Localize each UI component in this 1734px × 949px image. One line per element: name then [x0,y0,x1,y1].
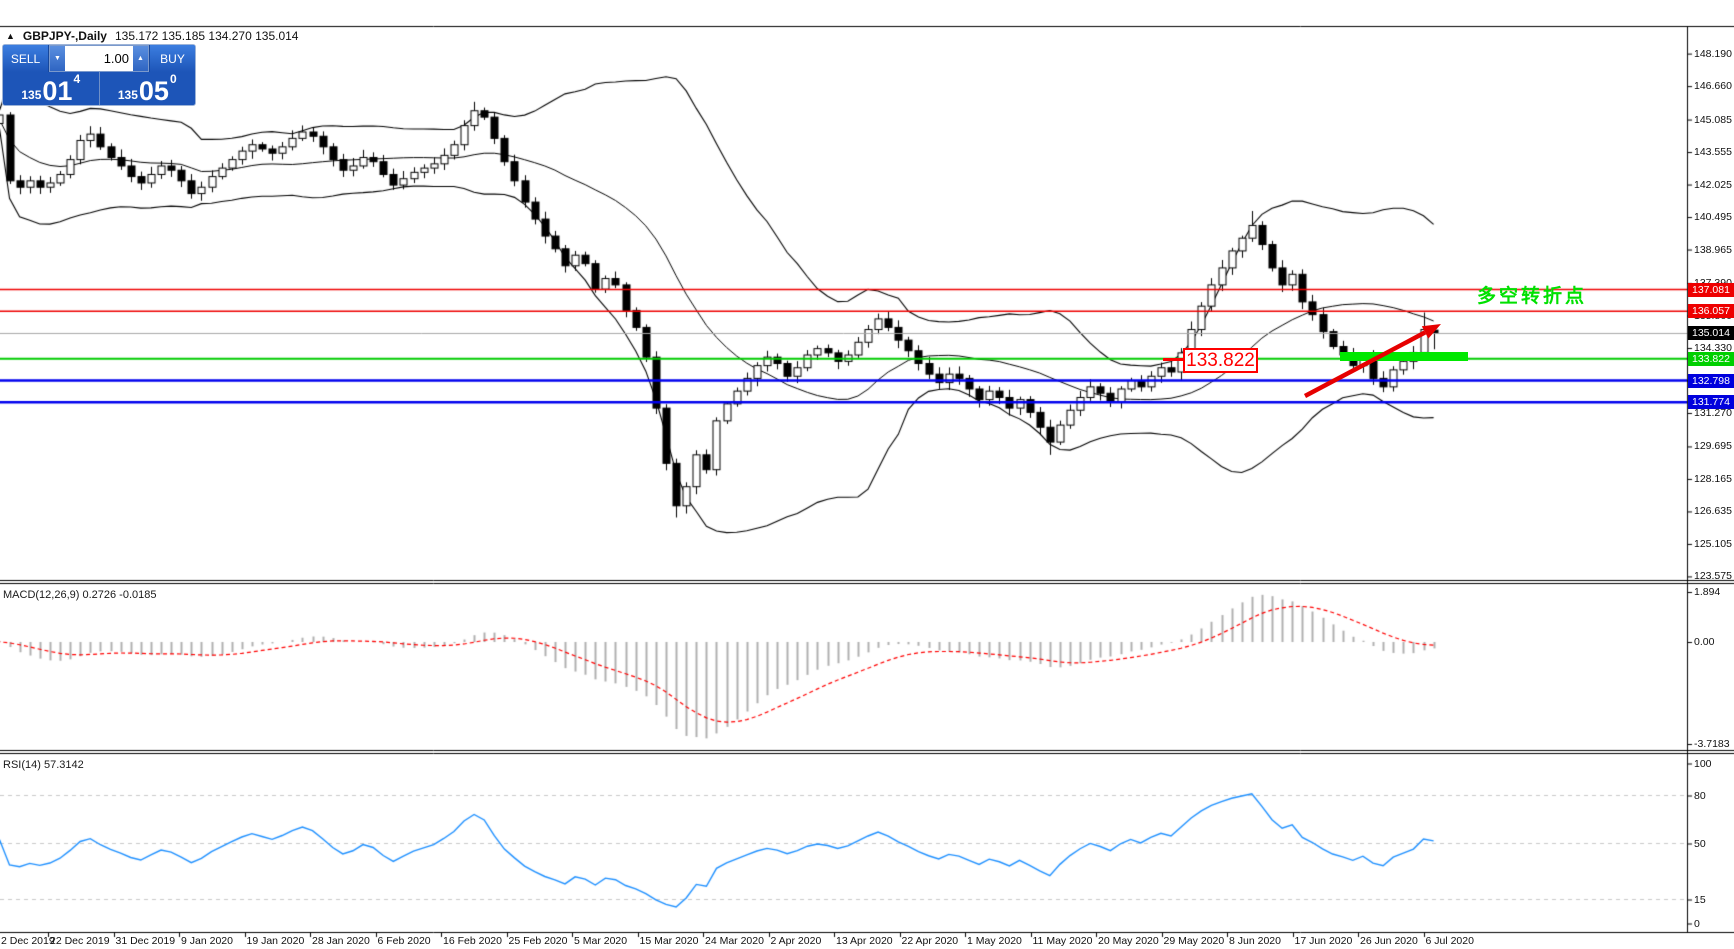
price-axis-tick: 138.965 [1694,244,1732,256]
buy-price-pips: 05 [139,79,169,105]
hline-price-label: 136.057 [1688,304,1734,318]
callout-dash [1163,358,1183,361]
price-axis-tick: 126.635 [1694,505,1732,517]
price-axis-tick: 125.105 [1694,538,1732,550]
date-axis-label: 2 Dec 2019 [1,935,55,947]
date-axis-label: 15 Mar 2020 [640,935,699,947]
macd-label: MACD(12,26,9) 0.2726 -0.0185 [3,589,156,601]
turning-point-annotation[interactable]: 多空转折点 [1477,281,1587,308]
date-axis-label: 29 May 2020 [1164,935,1225,947]
sell-price[interactable]: 135 01 4 [3,72,100,106]
price-axis-tick: 140.495 [1694,211,1732,223]
sell-price-figure: 135 [21,88,41,102]
price-axis-tick: 142.025 [1694,179,1732,191]
rsi-axis-tick: 80 [1694,790,1706,802]
date-axis-label: 17 Jun 2020 [1295,935,1353,947]
mt-terminal-window: ▦◫✚新订单◆☁◉◣自动交易▥▮∿⊕⊖⊞▶▷⊞▾◷▾▧▾↖┼│─╱∦E≣FAT◈… [0,0,1734,949]
buy-price-point: 0 [170,72,177,86]
price-axis-tick: 143.555 [1694,146,1732,158]
date-axis-label: 11 May 2020 [1033,935,1093,947]
macd-axis-tick: -3.7183 [1694,738,1730,750]
buy-price-figure: 135 [118,88,138,102]
chart-canvas[interactable] [0,0,1734,949]
date-axis-label: 24 Mar 2020 [705,935,764,947]
date-axis-label: 6 Jul 2020 [1426,935,1474,947]
macd-axis-tick: 0.00 [1694,636,1714,648]
date-axis-label: 22 Dec 2019 [50,935,110,947]
price-axis-tick: 146.660 [1694,80,1732,92]
rsi-axis-tick: 0 [1694,918,1700,930]
hline-price-label: 133.822 [1688,352,1734,366]
collapse-panel-icon[interactable]: ▲ [6,31,15,41]
date-axis-label: 6 Feb 2020 [378,935,431,947]
buy-button[interactable]: BUY [149,45,195,72]
one-click-trading-panel: SELL ▼ ▲ BUY 135 01 4 135 05 0 [2,44,196,106]
date-axis-label: 16 Feb 2020 [443,935,502,947]
highlight-rectangle[interactable] [1340,352,1468,361]
bid-price-label: 135.014 [1688,326,1734,340]
date-axis-label: 31 Dec 2019 [116,935,176,947]
price-axis-tick: 128.165 [1694,473,1732,485]
volume-down-button[interactable]: ▼ [50,46,65,71]
sell-button[interactable]: SELL [3,45,49,72]
symbol-ohlc-line: ▲ GBPJPY-,Daily 135.172 135.185 134.270 … [6,29,298,43]
rsi-axis-tick: 15 [1694,894,1706,906]
ohlc-values: 135.172 135.185 134.270 135.014 [115,29,299,43]
date-axis-label: 9 Jan 2020 [181,935,233,947]
price-callout-textbox[interactable]: 133.822 [1183,348,1258,373]
price-axis-tick: 123.575 [1694,570,1732,582]
sell-price-pips: 01 [42,79,72,105]
rsi-axis-tick: 100 [1694,758,1712,770]
date-axis-label: 1 May 2020 [967,935,1022,947]
hline-price-label: 137.081 [1688,283,1734,297]
rsi-label: RSI(14) 57.3142 [3,759,84,771]
date-axis-label: 28 Jan 2020 [312,935,370,947]
date-axis-label: 5 Mar 2020 [574,935,627,947]
buy-price[interactable]: 135 05 0 [100,72,196,106]
date-axis-label: 13 Apr 2020 [836,935,893,947]
volume-up-button[interactable]: ▲ [133,46,148,71]
date-axis-label: 25 Feb 2020 [509,935,568,947]
date-axis-label: 22 Apr 2020 [902,935,959,947]
date-axis-label: 19 Jan 2020 [247,935,305,947]
price-axis-tick: 129.695 [1694,440,1732,452]
price-axis-tick: 148.190 [1694,48,1732,60]
date-axis-label: 26 Jun 2020 [1360,935,1418,947]
volume-input[interactable] [65,46,133,71]
macd-axis-tick: 1.894 [1694,586,1720,598]
price-axis-tick: 145.085 [1694,114,1732,126]
rsi-axis-tick: 50 [1694,838,1706,850]
date-axis-label: 2 Apr 2020 [771,935,822,947]
sell-price-point: 4 [73,72,80,86]
date-axis-label: 20 May 2020 [1098,935,1159,947]
date-axis-label: 8 Jun 2020 [1229,935,1281,947]
hline-price-label: 131.774 [1688,395,1734,409]
hline-price-label: 132.798 [1688,374,1734,388]
symbol-name: GBPJPY-,Daily [23,29,107,43]
